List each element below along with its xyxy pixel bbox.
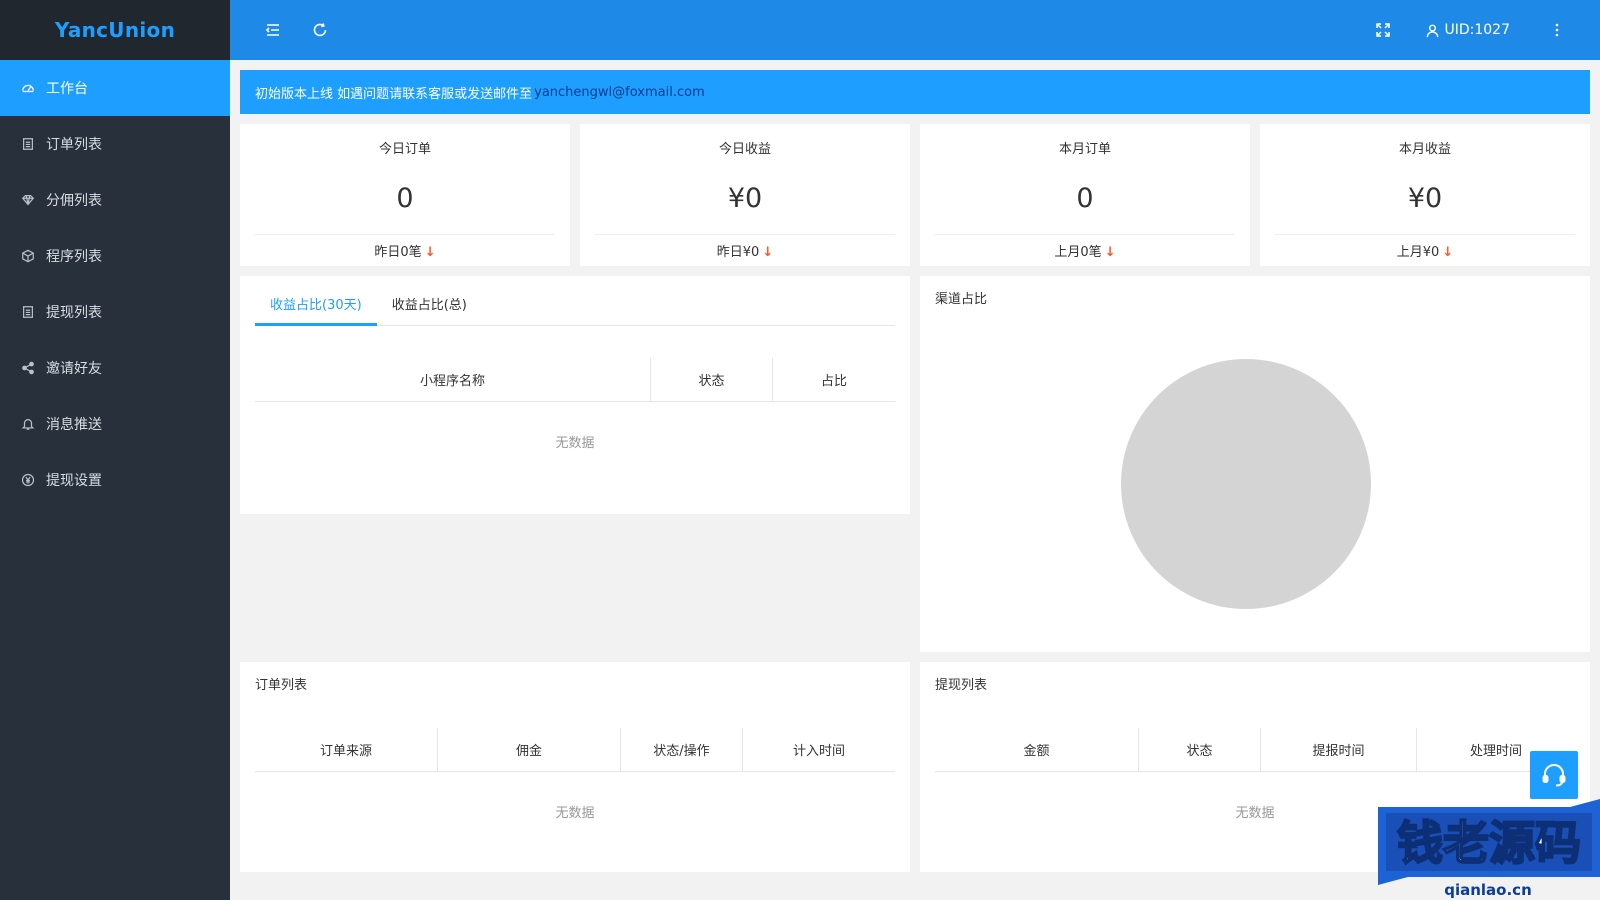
notice-banner: 初始版本上线 如遇问题请联系客服或发送邮件至 yanchengwl@foxmai… xyxy=(240,70,1590,114)
tab-revenue-30-days[interactable]: 收益占比(30天) xyxy=(255,294,377,326)
sidebar-item-commission[interactable]: 分佣列表 xyxy=(0,172,230,228)
sidebar-item-withdrawals[interactable]: 提现列表 xyxy=(0,284,230,340)
sidebar-item-orders[interactable]: 订单列表 xyxy=(0,116,230,172)
orders-table: 订单来源 佣金 状态/操作 计入时间 无数据 xyxy=(255,728,895,821)
yen-circle-icon xyxy=(20,472,36,488)
notice-email[interactable]: yanchengwl@foxmail.com xyxy=(534,85,705,100)
stat-title: 本月收益 xyxy=(1398,142,1451,157)
stat-title: 今日收益 xyxy=(718,142,771,157)
fullscreen-icon[interactable] xyxy=(1372,19,1394,41)
stat-value: ¥0 xyxy=(1407,183,1443,214)
revenue-tabs: 收益占比(30天) 收益占比(总) xyxy=(255,294,895,326)
sidebar-item-label: 提现设置 xyxy=(46,473,102,489)
column-header: 状态 xyxy=(651,358,773,401)
stat-card-month-orders: 本月订单 0 上月0笔 ↓ xyxy=(920,124,1250,266)
orders-panel: 订单列表 订单来源 佣金 状态/操作 计入时间 无数据 xyxy=(240,662,910,872)
sidebar-item-messages[interactable]: 消息推送 xyxy=(0,396,230,452)
panel-title: 订单列表 xyxy=(255,678,308,693)
column-header: 金额 xyxy=(935,728,1139,771)
stat-compare: 昨日¥0 xyxy=(716,245,760,260)
stat-card-today-orders: 今日订单 0 昨日0笔 ↓ xyxy=(240,124,570,266)
headset-icon xyxy=(1542,764,1566,787)
sidebar-item-label: 邀请好友 xyxy=(46,361,102,377)
stat-value: 0 xyxy=(396,183,414,214)
share-icon xyxy=(20,360,36,376)
menu-collapse-icon[interactable] xyxy=(262,19,284,41)
sidebar-item-label: 程序列表 xyxy=(46,249,102,265)
empty-state: 无数据 xyxy=(555,436,595,451)
customer-service-button[interactable] xyxy=(1530,751,1578,799)
down-arrow-icon: ↓ xyxy=(1442,245,1454,260)
sidebar: YancUnion 工作台 订单列表 分佣列表 程序列表 提现列表 邀请好友 消… xyxy=(0,0,230,900)
stat-footer: 昨日0笔 ↓ xyxy=(255,234,555,260)
stat-card-today-revenue: 今日收益 ¥0 昨日¥0 ↓ xyxy=(580,124,910,266)
column-header: 占比 xyxy=(820,374,847,389)
column-header: 计入时间 xyxy=(792,744,845,759)
stat-value: ¥0 xyxy=(727,183,763,214)
down-arrow-icon: ↓ xyxy=(1104,245,1116,260)
sidebar-item-label: 消息推送 xyxy=(46,417,102,433)
sidebar-item-label: 订单列表 xyxy=(46,137,102,153)
cube-icon xyxy=(20,248,36,264)
channel-pie-chart xyxy=(1121,359,1371,609)
stat-footer: 上月¥0 ↓ xyxy=(1275,234,1575,260)
table-header: 金额 状态 提报时间 处理时间 xyxy=(935,728,1575,772)
user-icon xyxy=(1427,24,1439,37)
channel-share-panel: 渠道占比 xyxy=(920,276,1590,652)
stat-compare: 上月0笔 xyxy=(1054,245,1102,260)
column-header: 状态 xyxy=(1139,728,1261,771)
sidebar-item-label: 提现列表 xyxy=(46,305,102,321)
table-header: 小程序名称 状态 占比 xyxy=(255,358,895,402)
document-icon xyxy=(20,136,36,152)
stat-compare: 上月¥0 xyxy=(1396,245,1440,260)
panel-title: 提现列表 xyxy=(935,678,988,693)
refresh-icon[interactable] xyxy=(309,19,331,41)
down-arrow-icon: ↓ xyxy=(762,245,774,260)
uid-label: UID:1027 xyxy=(1444,22,1510,38)
revenue-table: 小程序名称 状态 占比 无数据 xyxy=(255,358,895,451)
down-arrow-icon: ↓ xyxy=(424,245,436,260)
more-options-icon[interactable] xyxy=(1546,19,1568,41)
sidebar-item-label: 工作台 xyxy=(46,81,88,97)
watermark-site-text: qianlao.cn xyxy=(1444,881,1532,899)
table-header: 订单来源 佣金 状态/操作 计入时间 xyxy=(255,728,895,772)
stat-compare: 昨日0笔 xyxy=(374,245,422,260)
bell-icon xyxy=(20,416,36,432)
sidebar-item-invite[interactable]: 邀请好友 xyxy=(0,340,230,396)
document-icon xyxy=(20,304,36,320)
diamond-icon xyxy=(20,192,36,208)
stat-footer: 昨日¥0 ↓ xyxy=(595,234,895,260)
column-header: 小程序名称 xyxy=(255,358,651,401)
watermark-logo: 钱老源码 qianlao.cn xyxy=(1378,799,1600,899)
column-header: 提报时间 xyxy=(1261,728,1417,771)
column-header: 订单来源 xyxy=(255,728,438,771)
notice-text: 初始版本上线 如遇问题请联系客服或发送邮件至 xyxy=(255,86,533,102)
sidebar-item-label: 分佣列表 xyxy=(46,193,102,209)
panel-title: 渠道占比 xyxy=(935,292,988,307)
app-logo[interactable]: YancUnion xyxy=(0,0,230,60)
sidebar-item-workbench[interactable]: 工作台 xyxy=(0,60,230,116)
stat-title: 今日订单 xyxy=(378,142,431,157)
sidebar-item-withdraw-settings[interactable]: 提现设置 xyxy=(0,452,230,508)
dashboard-icon xyxy=(20,80,36,96)
user-uid[interactable]: UID:1027 xyxy=(1425,0,1510,60)
stat-card-month-revenue: 本月收益 ¥0 上月¥0 ↓ xyxy=(1260,124,1590,266)
empty-state: 无数据 xyxy=(555,806,595,821)
top-header: UID:1027 xyxy=(230,0,1600,60)
column-header: 状态/操作 xyxy=(621,728,743,771)
stat-title: 本月订单 xyxy=(1058,142,1111,157)
stat-value: 0 xyxy=(1076,183,1094,214)
tab-revenue-total[interactable]: 收益占比(总) xyxy=(377,294,482,326)
stat-footer: 上月0笔 ↓ xyxy=(935,234,1235,260)
revenue-share-panel: 收益占比(30天) 收益占比(总) 小程序名称 状态 占比 无数据 xyxy=(240,276,910,514)
column-header: 佣金 xyxy=(438,728,621,771)
watermark-main-text: 钱老源码 xyxy=(1397,816,1581,870)
pie-empty-circle xyxy=(1121,359,1371,609)
sidebar-item-programs[interactable]: 程序列表 xyxy=(0,228,230,284)
